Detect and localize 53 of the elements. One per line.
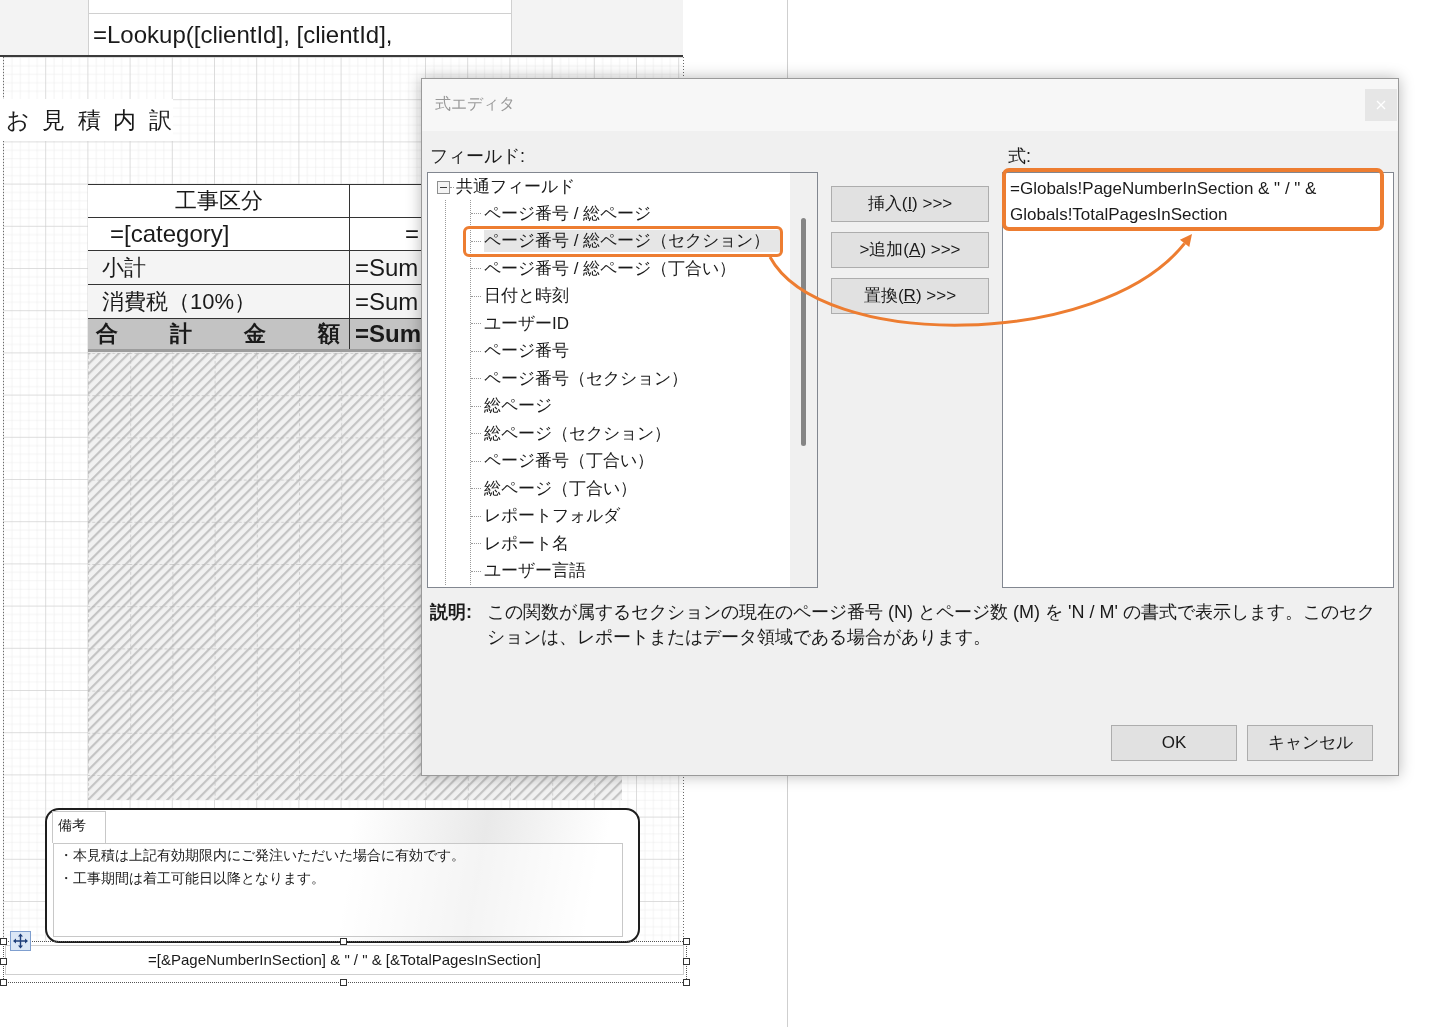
report-textbox[interactable]: =Lookup([clientId], [clientId], [88,14,512,55]
description-label: 説明: [430,601,473,624]
resize-handle[interactable] [0,938,7,945]
tree-item[interactable]: ページ番号 / 総ページ（丁合い） [484,257,737,280]
collapse-icon[interactable] [437,180,450,194]
resize-handle[interactable] [0,958,7,965]
resize-handle[interactable] [340,979,347,986]
table-cell: 工事区分 [88,185,350,217]
tree-item[interactable]: ユーザー言語 [484,560,586,583]
resize-handle[interactable] [0,979,7,986]
table-cell-text: =Sum [354,287,420,317]
table-cell-text: =Sum [354,253,420,283]
dialog-button[interactable]: OK [1111,725,1237,761]
remarks-line: ・本見積は上記有効期限内にご発注いただいた場合に有効です。 [59,846,466,865]
resize-handle[interactable] [683,938,690,945]
tree-item[interactable]: ページ番号 / 総ページ（セクション） [484,230,782,253]
tree-item[interactable]: 総ページ [484,395,552,418]
scrollbar-thumb[interactable] [801,218,806,446]
table-cell-text: =Sum [354,319,421,349]
dialog-title: 式エディタ [435,94,515,114]
remarks-line: ・工事期間は着工可能日以降となります。 [59,869,326,888]
report-title: お 見 積 内 訳 [3,99,173,141]
action-button[interactable]: >追加(A) >>> [831,232,989,268]
remarks-label: 備考 [52,811,106,843]
description-text: この関数が属するセクションの現在のページ番号 (N) とページ数 (M) を 'N / M' の書式で表示します。このセクションは、レポートまたはデータ領域である場合があります。 [487,601,1376,649]
move-handle-icon[interactable] [10,931,31,951]
tree-item[interactable]: ユーザーID [484,312,569,335]
table-cell: 合 計 金 額 [88,319,350,349]
tree-item[interactable]: ページ番号（セクション） [484,367,688,390]
tree-item[interactable]: ページ番号（丁合い） [484,450,654,473]
resize-handle[interactable] [683,979,690,986]
tree-item[interactable]: レポート名 [484,532,569,555]
expression-label: 式: [1007,145,1032,168]
footer-textbox[interactable]: =[&PageNumberInSection] & " / " & [&TotalPagesInSection] [5,945,684,975]
dialog-button[interactable]: キャンセル [1247,725,1373,761]
table-cell: =[category] [88,218,350,250]
tree-item[interactable]: レポートフォルダ [484,505,620,528]
resize-handle[interactable] [683,958,690,965]
tree-node[interactable]: 共通フィールド [456,176,575,198]
tree-item[interactable]: ページ番号 / 総ページ [484,202,652,225]
close-icon [1376,100,1386,110]
table-cell: 小計 [88,251,350,284]
table-cell: 消費税（10%） [88,285,350,318]
tree-item[interactable]: ページ番号 [484,340,569,363]
tree-item[interactable]: 日付と時刻 [484,285,569,308]
table-cell-text: = [404,219,420,249]
tree-item[interactable]: 総ページ（丁合い） [484,477,637,500]
action-button[interactable]: 挿入(I) >>> [831,186,989,222]
resize-handle[interactable] [340,938,347,945]
tree-item[interactable]: 総ページ（セクション） [484,422,671,445]
expression-field[interactable]: =Globals!PageNumberInSection & " / " & Globals!TotalPagesInSection [1002,172,1394,588]
fields-label: フィールド: [429,145,526,168]
action-button[interactable]: 置換(R) >>> [831,278,989,314]
